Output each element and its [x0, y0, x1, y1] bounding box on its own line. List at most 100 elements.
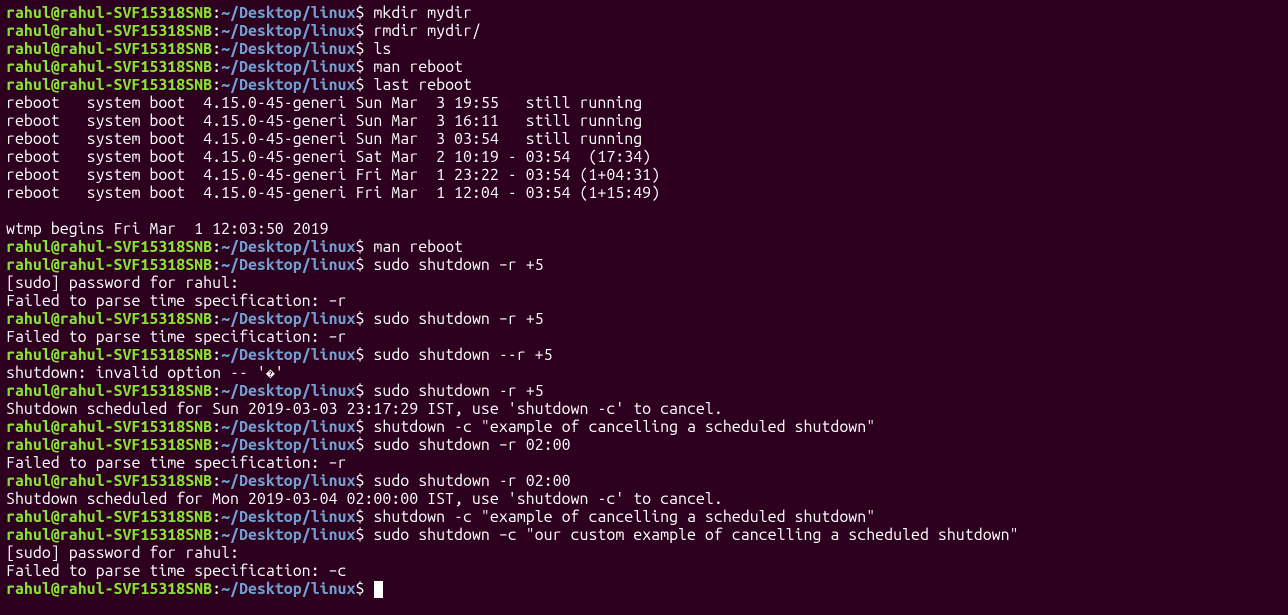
- prompt-user: rahul: [6, 310, 51, 328]
- output-text: Failed to parse time specification: –r: [6, 328, 346, 346]
- prompt-at: @: [51, 418, 60, 436]
- prompt-colon: :: [212, 58, 221, 76]
- command-text: sudo shutdown --r +5: [373, 346, 552, 364]
- terminal-line: reboot system boot 4.15.0-45-generi Sun …: [6, 130, 1282, 148]
- command-text: man reboot: [373, 58, 463, 76]
- output-text: Failed to parse time specification: –c: [6, 562, 346, 580]
- prompt-host: rahul-SVF15318SNB: [60, 526, 212, 544]
- prompt-separator: $: [355, 58, 373, 76]
- prompt-separator: $: [355, 346, 373, 364]
- prompt-separator: $: [355, 472, 373, 490]
- output-text: reboot system boot 4.15.0-45-generi Sun …: [6, 94, 642, 112]
- cursor: [374, 581, 383, 598]
- prompt-user: rahul: [6, 472, 51, 490]
- prompt-user: rahul: [6, 346, 51, 364]
- prompt-colon: :: [212, 4, 221, 22]
- prompt-colon: :: [212, 40, 221, 58]
- output-text: reboot system boot 4.15.0-45-generi Sun …: [6, 112, 642, 130]
- prompt-path: ~/Desktop/linux: [221, 418, 355, 436]
- prompt-separator: $: [355, 40, 373, 58]
- terminal-line: rahul@rahul-SVF15318SNB:~/Desktop/linux$…: [6, 382, 1282, 400]
- prompt-path: ~/Desktop/linux: [221, 472, 355, 490]
- terminal-line: [6, 202, 1282, 220]
- prompt-user: rahul: [6, 40, 51, 58]
- prompt-colon: :: [212, 508, 221, 526]
- prompt-at: @: [51, 4, 60, 22]
- terminal-line: rahul@rahul-SVF15318SNB:~/Desktop/linux$…: [6, 310, 1282, 328]
- prompt-host: rahul-SVF15318SNB: [60, 418, 212, 436]
- prompt-colon: :: [212, 346, 221, 364]
- prompt-at: @: [51, 382, 60, 400]
- prompt-host: rahul-SVF15318SNB: [60, 580, 212, 598]
- prompt-colon: :: [212, 472, 221, 490]
- prompt-path: ~/Desktop/linux: [221, 40, 355, 58]
- terminal-line: shutdown: invalid option -- '�': [6, 364, 1282, 382]
- prompt-at: @: [51, 40, 60, 58]
- prompt-path: ~/Desktop/linux: [221, 76, 355, 94]
- terminal-line: rahul@rahul-SVF15318SNB:~/Desktop/linux$…: [6, 418, 1282, 436]
- output-text: reboot system boot 4.15.0-45-generi Fri …: [6, 166, 660, 184]
- prompt-host: rahul-SVF15318SNB: [60, 346, 212, 364]
- prompt-separator: $: [355, 382, 373, 400]
- prompt-at: @: [51, 58, 60, 76]
- prompt-user: rahul: [6, 382, 51, 400]
- prompt-user: rahul: [6, 526, 51, 544]
- terminal-output[interactable]: rahul@rahul-SVF15318SNB:~/Desktop/linux$…: [6, 4, 1282, 598]
- output-text: [sudo] password for rahul:: [6, 274, 248, 292]
- prompt-path: ~/Desktop/linux: [221, 58, 355, 76]
- prompt-host: rahul-SVF15318SNB: [60, 58, 212, 76]
- prompt-host: rahul-SVF15318SNB: [60, 256, 212, 274]
- prompt-at: @: [51, 310, 60, 328]
- prompt-separator: $: [355, 580, 373, 598]
- prompt-colon: :: [212, 22, 221, 40]
- prompt-at: @: [51, 346, 60, 364]
- prompt-user: rahul: [6, 22, 51, 40]
- terminal-line: reboot system boot 4.15.0-45-generi Fri …: [6, 166, 1282, 184]
- prompt-path: ~/Desktop/linux: [221, 526, 355, 544]
- prompt-separator: $: [355, 256, 373, 274]
- command-text: last reboot: [373, 76, 472, 94]
- prompt-host: rahul-SVF15318SNB: [60, 238, 212, 256]
- prompt-separator: $: [355, 436, 373, 454]
- terminal-line: rahul@rahul-SVF15318SNB:~/Desktop/linux$…: [6, 436, 1282, 454]
- output-text: Shutdown scheduled for Sun 2019-03-03 23…: [6, 400, 723, 418]
- command-text: sudo shutdown -r +5: [373, 382, 543, 400]
- prompt-host: rahul-SVF15318SNB: [60, 472, 212, 490]
- command-text: ls: [373, 40, 391, 58]
- prompt-separator: $: [355, 418, 373, 436]
- terminal-line: reboot system boot 4.15.0-45-generi Fri …: [6, 184, 1282, 202]
- prompt-at: @: [51, 472, 60, 490]
- terminal-line: [sudo] password for rahul:: [6, 274, 1282, 292]
- prompt-separator: $: [355, 4, 373, 22]
- terminal-line: rahul@rahul-SVF15318SNB:~/Desktop/linux$…: [6, 472, 1282, 490]
- prompt-path: ~/Desktop/linux: [221, 238, 355, 256]
- terminal-line: rahul@rahul-SVF15318SNB:~/Desktop/linux$…: [6, 508, 1282, 526]
- prompt-separator: $: [355, 526, 373, 544]
- prompt-host: rahul-SVF15318SNB: [60, 76, 212, 94]
- terminal-line: Shutdown scheduled for Sun 2019-03-03 23…: [6, 400, 1282, 418]
- output-text: Shutdown scheduled for Mon 2019-03-04 02…: [6, 490, 723, 508]
- prompt-colon: :: [212, 310, 221, 328]
- terminal-line: Shutdown scheduled for Mon 2019-03-04 02…: [6, 490, 1282, 508]
- prompt-separator: $: [355, 22, 373, 40]
- terminal-line: Failed to parse time specification: –r: [6, 292, 1282, 310]
- prompt-colon: :: [212, 436, 221, 454]
- prompt-path: ~/Desktop/linux: [221, 256, 355, 274]
- prompt-path: ~/Desktop/linux: [221, 436, 355, 454]
- terminal-line: rahul@rahul-SVF15318SNB:~/Desktop/linux$…: [6, 4, 1282, 22]
- prompt-path: ~/Desktop/linux: [221, 508, 355, 526]
- terminal-line: Failed to parse time specification: –c: [6, 562, 1282, 580]
- prompt-at: @: [51, 508, 60, 526]
- terminal-line: reboot system boot 4.15.0-45-generi Sat …: [6, 148, 1282, 166]
- terminal-line: [sudo] password for rahul:: [6, 544, 1282, 562]
- prompt-at: @: [51, 580, 60, 598]
- output-text: shutdown: invalid option -- '�': [6, 364, 284, 382]
- prompt-colon: :: [212, 76, 221, 94]
- command-text: sudo shutdown –c "our custom example of …: [373, 526, 1018, 544]
- prompt-separator: $: [355, 238, 373, 256]
- prompt-at: @: [51, 76, 60, 94]
- prompt-host: rahul-SVF15318SNB: [60, 22, 212, 40]
- prompt-host: rahul-SVF15318SNB: [60, 436, 212, 454]
- prompt-path: ~/Desktop/linux: [221, 382, 355, 400]
- terminal-line: rahul@rahul-SVF15318SNB:~/Desktop/linux$…: [6, 256, 1282, 274]
